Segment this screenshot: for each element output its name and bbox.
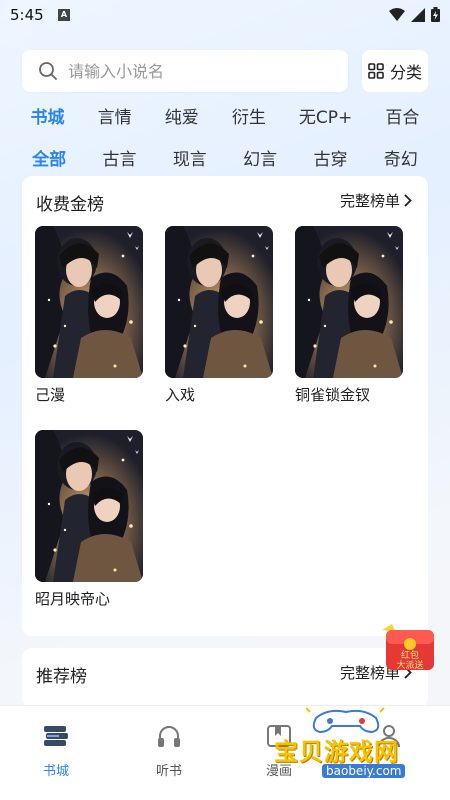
subtab-fantasy[interactable]: 奇幻 [384, 145, 418, 170]
notification-a-icon: A [58, 9, 70, 21]
chevron-right-icon [404, 194, 412, 207]
subtab-all[interactable]: 全部 [32, 145, 66, 170]
book-item[interactable]: 己漫 [35, 226, 143, 405]
category-button[interactable]: 分类 [362, 50, 428, 92]
tab-pure-love[interactable]: 纯爱 [165, 103, 199, 128]
bookshelf-icon [44, 726, 68, 746]
tab-bookstore[interactable]: 书城 [31, 103, 65, 128]
book-cover[interactable] [165, 226, 273, 378]
book-title: 己漫 [35, 386, 66, 404]
search-bar[interactable] [22, 50, 348, 92]
tab-no-cp[interactable]: 无CP+ [299, 103, 352, 128]
wifi-icon [389, 7, 405, 21]
watermark-url: baobeiy.com [322, 764, 406, 778]
site-watermark: 宝贝游戏网 baobeiy.com [262, 706, 442, 790]
rec-card-title: 推荐榜 [36, 667, 87, 687]
channel-tabs: 书城 言情 纯爱 衍生 无CP+ 百合 [0, 100, 450, 130]
full-list-link[interactable]: 完整榜单 [340, 190, 412, 211]
watermark-text: 宝贝游戏网 [274, 738, 399, 766]
book-cover[interactable] [35, 430, 143, 582]
book-item[interactable]: 入戏 [165, 226, 273, 405]
book-item[interactable]: 昭月映帝心 [35, 430, 143, 609]
subtab-modern[interactable]: 现言 [173, 145, 207, 170]
grid-icon [368, 63, 384, 79]
tab-derivative[interactable]: 衍生 [232, 103, 266, 128]
red-packet-line1: 红包 [401, 649, 419, 661]
red-packet-float-button[interactable]: 红包 大派送 [378, 620, 440, 674]
search-icon [39, 62, 57, 80]
book-title: 铜雀锁金钗 [295, 386, 371, 404]
paid-rank-card: 收费金榜 完整榜单 己漫 入戏 铜雀锁金钗 昭月映帝心 [22, 176, 428, 636]
category-label: 分类 [389, 63, 422, 82]
book-item[interactable]: 铜雀锁金钗 [295, 226, 403, 405]
status-icons [389, 7, 440, 22]
status-time: 5:45 [10, 6, 44, 24]
red-packet-icon: 红包 大派送 [382, 624, 434, 671]
headphones-icon [158, 726, 180, 747]
full-list-label: 完整榜单 [339, 192, 400, 210]
book-cover[interactable] [295, 226, 403, 378]
nav-bookstore-label: 书城 [42, 764, 69, 779]
rank-card-title: 收费金榜 [36, 195, 104, 215]
book-title: 昭月映帝心 [35, 590, 111, 608]
nav-audiobook-label: 听书 [155, 764, 182, 779]
genre-tabs: 全部 古言 现言 幻言 古穿 奇幻 [0, 142, 450, 172]
nav-bookstore[interactable]: 书城 [21, 724, 91, 779]
subtab-time-travel[interactable]: 古穿 [313, 145, 347, 170]
status-bar: 5:45 A [0, 0, 450, 32]
search-input[interactable] [68, 61, 308, 81]
subtab-fantasy-romance[interactable]: 幻言 [243, 145, 277, 170]
tab-yuri[interactable]: 百合 [385, 103, 419, 128]
red-packet-line2: 大派送 [396, 659, 423, 671]
tab-romance[interactable]: 言情 [98, 103, 132, 128]
book-title: 入戏 [165, 386, 196, 404]
signal-icon [411, 7, 425, 22]
recommend-rank-card: 推荐榜 完整榜单 [22, 648, 428, 708]
subtab-ancient[interactable]: 古言 [102, 145, 136, 170]
nav-audiobook[interactable]: 听书 [134, 724, 204, 779]
book-cover[interactable] [35, 226, 143, 378]
battery-icon [431, 7, 440, 22]
